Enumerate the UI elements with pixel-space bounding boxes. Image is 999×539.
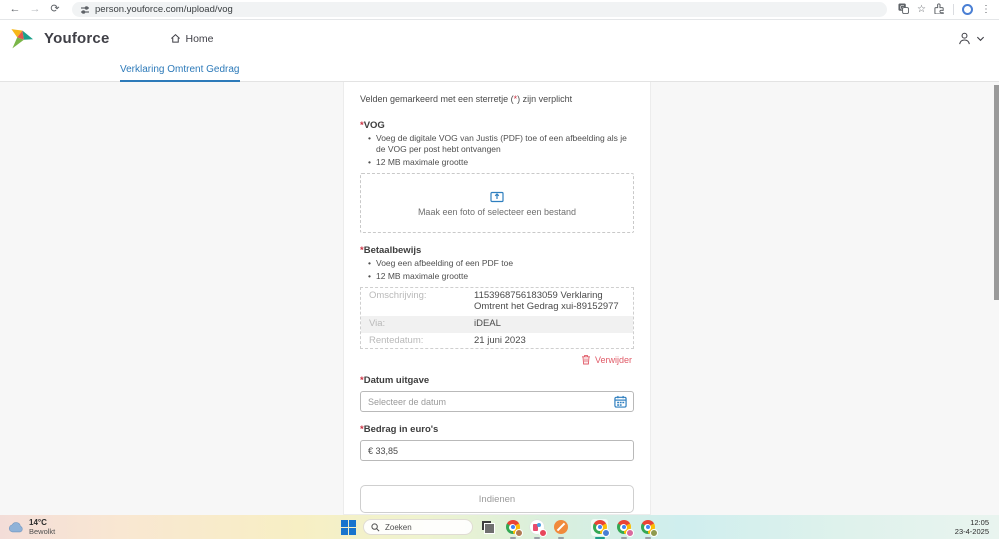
- bookmark-star-icon[interactable]: ☆: [917, 4, 926, 15]
- profile-badge: [515, 528, 523, 537]
- nav-home[interactable]: Home: [170, 33, 214, 45]
- betaalbewijs-hints: Voeg een afbeelding of een PDF toe 12 MB…: [368, 258, 634, 282]
- clock-date: 23-4-2025: [954, 527, 989, 537]
- site-settings-icon[interactable]: [80, 5, 90, 15]
- address-bar[interactable]: person.youforce.com/upload/vog: [72, 2, 887, 17]
- browser-actions: G ☆ ⋮: [898, 2, 991, 17]
- upload-text: Maak een foto of selecteer een bestand: [417, 206, 577, 217]
- main-content: Velden gemarkeerd met een sterretje (*) …: [0, 82, 999, 515]
- extensions-icon[interactable]: [934, 2, 945, 17]
- translate-icon[interactable]: G: [898, 2, 910, 17]
- search-icon: [371, 522, 380, 531]
- browser-menu-icon[interactable]: ⋮: [981, 4, 991, 15]
- scrollbar-thumb[interactable]: [994, 85, 999, 300]
- user-menu[interactable]: [957, 31, 999, 46]
- remove-receipt-button[interactable]: Verwijder: [360, 354, 632, 365]
- receipt-row-value: iDEAL: [474, 318, 501, 330]
- cloud-icon: [9, 521, 23, 532]
- tab-label: Verklaring Omtrent Gedrag: [120, 64, 240, 75]
- datum-uitgave-field-wrap: [360, 391, 634, 413]
- blocked-icon: [553, 520, 568, 534]
- betaalbewijs-hint-1: Voeg een afbeelding of een PDF toe: [368, 258, 630, 270]
- receipt-row: Omschrijving: 1153968756183059 Verklarin…: [361, 288, 633, 316]
- bedrag-field-wrap: [360, 440, 634, 462]
- receipt-row-value: 1153968756183059 Verklaring Omtrent het …: [474, 290, 619, 313]
- profile-badge: [626, 528, 634, 537]
- forward-icon[interactable]: →: [28, 4, 42, 15]
- calendar-icon[interactable]: [614, 395, 627, 410]
- page-scrollbar[interactable]: [993, 82, 999, 515]
- submit-button[interactable]: Indienen: [360, 485, 634, 514]
- toolbar-divider: [953, 4, 954, 15]
- clock-time: 12:05: [970, 517, 989, 527]
- chrome-profile-3-button[interactable]: [615, 519, 634, 539]
- datum-uitgave-input[interactable]: [368, 396, 626, 407]
- datum-uitgave-label: *Datum uitgave: [360, 375, 430, 387]
- brand-name: Youforce: [44, 30, 110, 47]
- chevron-down-icon: [976, 36, 985, 42]
- receipt-row-value: 21 juni 2023: [474, 335, 526, 347]
- tab-bar: Verklaring Omtrent Gedrag: [0, 57, 999, 82]
- taskbar-clock[interactable]: 12:05 23-4-2025: [955, 518, 999, 537]
- app-header: Youforce Home: [0, 20, 999, 57]
- taskbar-search[interactable]: Zoeken: [363, 519, 473, 535]
- receipt-row: Rentedatum: 21 juni 2023: [361, 333, 633, 348]
- weather-condition: Bewolkt: [29, 526, 56, 536]
- upload-image-icon: [490, 191, 504, 203]
- chrome-profile-4-button[interactable]: [639, 519, 658, 539]
- browser-profile-icon[interactable]: [962, 4, 973, 15]
- youforce-logo-icon: [11, 28, 34, 48]
- home-icon: [170, 33, 180, 43]
- chrome-profile-1-button[interactable]: [504, 519, 523, 539]
- url-text: person.youforce.com/upload/vog: [95, 4, 233, 15]
- vog-upload-form: Velden gemarkeerd met een sterretje (*) …: [343, 82, 651, 515]
- vog-field-title: *VOG: [360, 120, 385, 131]
- receipt-row-label: Rentedatum:: [369, 335, 424, 347]
- task-view-icon: [482, 520, 495, 534]
- youforce-logo[interactable]: Youforce: [0, 28, 110, 50]
- receipt-row-label: Via:: [369, 318, 386, 330]
- vog-hint-2: 12 MB maximale grootte: [368, 157, 630, 169]
- windows-taskbar: 14°C Bewolkt Zoeken 12:05 23-4-2025: [0, 515, 999, 539]
- receipt-row: Via: iDEAL: [361, 316, 633, 334]
- back-icon[interactable]: ←: [8, 4, 22, 15]
- receipt-row-label: Omschrijving:: [369, 290, 427, 302]
- vog-hint-1: Voeg de digitale VOG van Justis (PDF) to…: [368, 133, 630, 156]
- notification-badge: [539, 528, 547, 537]
- required-note: Velden gemarkeerd met een sterretje (*) …: [360, 94, 573, 104]
- browser-toolbar: ← → ⟳ person.youforce.com/upload/vog G ☆…: [0, 0, 999, 20]
- taskbar-weather-widget[interactable]: 14°C Bewolkt: [0, 518, 55, 536]
- betaalbewijs-field-title: *Betaalbewijs: [360, 245, 422, 257]
- payment-receipt-preview[interactable]: Omschrijving: 1153968756183059 Verklarin…: [360, 287, 634, 350]
- vog-upload-dropzone[interactable]: Maak een foto of selecteer een bestand: [360, 173, 634, 234]
- start-button[interactable]: [341, 519, 356, 535]
- paint-app-button[interactable]: [528, 519, 547, 539]
- remove-label: Verwijder: [594, 354, 632, 365]
- user-icon: [959, 32, 970, 45]
- trash-icon: [581, 355, 590, 365]
- profile-badge: [650, 528, 658, 537]
- reload-icon[interactable]: ⟳: [48, 4, 62, 15]
- profile-badge: [602, 528, 610, 537]
- bedrag-label: *Bedrag in euro's: [360, 424, 439, 436]
- betaalbewijs-hint-2: 12 MB maximale grootte: [368, 271, 630, 283]
- nav-home-label: Home: [185, 32, 214, 45]
- taskbar-center: Zoeken: [341, 515, 658, 539]
- chrome-profile-2-button-active[interactable]: [591, 518, 610, 539]
- task-view-button[interactable]: [480, 519, 497, 536]
- blocked-app-button[interactable]: [552, 519, 569, 539]
- bedrag-input[interactable]: [368, 445, 626, 456]
- search-placeholder: Zoeken: [385, 522, 412, 532]
- vog-hints: Voeg de digitale VOG van Justis (PDF) to…: [368, 133, 634, 169]
- tab-verklaring-omtrent-gedrag[interactable]: Verklaring Omtrent Gedrag: [120, 57, 240, 82]
